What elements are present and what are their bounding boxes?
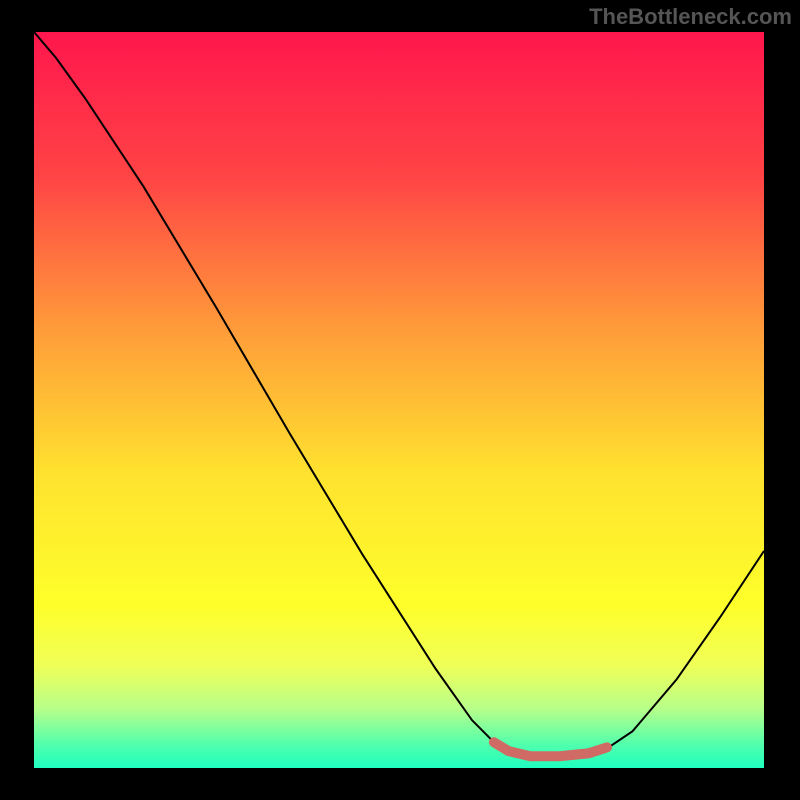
highlight-band <box>494 742 607 756</box>
highlight-layer <box>34 32 764 768</box>
watermark-label: TheBottleneck.com <box>589 4 792 30</box>
plot-area <box>34 32 764 768</box>
chart-container: TheBottleneck.com <box>0 0 800 800</box>
